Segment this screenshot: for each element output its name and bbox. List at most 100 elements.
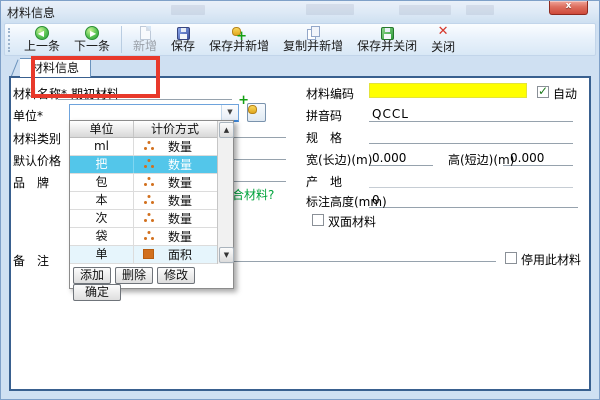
scroll-down-icon[interactable]: ▼ [219,247,234,263]
tab-slant-edge [10,60,18,78]
titlebar-ghost-artifact [466,5,494,15]
method-label: 面积 [168,246,192,263]
unit-cell: 次 [70,210,134,227]
method-label: 数量 [168,138,192,155]
method-label: 数量 [168,192,192,209]
method-cell: 数量 [134,228,217,245]
mark-height-underline [369,207,578,208]
double-sided-label: 双面材料 [328,213,376,230]
unit-option-row[interactable]: 包 数量 [70,174,217,192]
method-cell: 数量 [134,138,217,155]
quantity-dots-icon [143,195,155,206]
copy-new-icon [306,26,320,40]
spec-label: 规 格 [306,129,342,146]
unit-option-row[interactable]: 次数量 [70,210,217,228]
default-price-label: 默认价格 [13,152,61,169]
window-close-button[interactable]: x [549,1,588,15]
prev-icon [35,26,49,40]
quantity-dots-icon [143,159,155,170]
window-title: 材料信息 [7,4,55,21]
height-value[interactable]: 0.000 [510,151,544,165]
method-label: 数量 [168,228,192,245]
column-header-unit: 单位 [70,121,134,137]
unit-cell: 把 [70,156,134,173]
titlebar-ghost-artifact [171,5,205,15]
unit-cell: 袋 [70,228,134,245]
unit-option-row[interactable]: 单 面积 [70,246,217,264]
dropdown-button-1[interactable]: 删除 [115,267,153,284]
toolbar-separator [121,26,122,53]
double-sided-checkbox[interactable] [312,214,324,226]
unit-cell: 本 [70,192,134,209]
origin-underline [369,187,573,188]
toolbar-button-save-new[interactable]: 保存并新增 [202,24,276,56]
unit-dropdown: 单位 计价方式 ml数量把数量包数量本数量次数量袋数量单面积 ▲ ▼ 添加删除修… [69,120,234,289]
combobox-dropdown-arrow-icon[interactable]: ▼ [221,105,238,120]
new-icon [140,26,151,40]
toolbar-buttons: 上一条 下一条 新增 保存保存并新增复制并新增保存并关闭关闭 [17,24,462,56]
toolbar-button-label: 复制并新增 [283,40,343,53]
save-close-icon [381,27,394,40]
toolbar-button-next[interactable]: 下一条 [67,24,117,56]
dropdown-button-2[interactable]: 修改 [157,267,195,284]
width-underline [369,165,433,166]
toolbar-grip[interactable] [8,28,13,52]
unit-dropdown-footer: 添加删除修改确定 [70,264,233,288]
unit-dropdown-header: 单位 计价方式 [70,121,233,138]
disable-material-checkbox[interactable] [505,252,517,264]
toolbar-button-prev[interactable]: 上一条 [17,24,67,56]
pinyin-label: 拼音码 [306,107,342,124]
add-unit-button[interactable] [247,103,266,122]
unit-option-row[interactable]: 本 数量 [70,192,217,210]
toolbar-button-label: 保存 [171,40,195,53]
toolbar-button-label: 新增 [133,40,157,53]
quantity-dots-icon [143,177,155,188]
toolbar-button-label: 下一条 [74,40,110,53]
unit-dropdown-grid: 单位 计价方式 ml数量把数量包数量本数量次数量袋数量单面积 ▲ ▼ [70,121,233,264]
category-label: 材料类别 [13,130,61,147]
spec-underline [369,143,573,144]
quantity-dots-icon [143,141,155,152]
toolbar-button-new: 新增 [126,24,164,56]
unit-cell: ml [70,138,134,155]
unit-option-row[interactable]: 袋 数量 [70,228,217,246]
titlebar-ghost-artifact [306,4,354,15]
dropdown-button-0[interactable]: 添加 [73,267,111,284]
method-cell: 数量 [134,192,217,209]
toolbar-button-label: 上一条 [24,40,60,53]
titlebar-ghost-artifact [399,5,451,15]
unit-option-row[interactable]: ml 数量 [70,138,217,156]
save-icon [177,27,190,40]
unit-option-row[interactable]: 把数量 [70,156,217,174]
unit-cell: 包 [70,174,134,191]
method-cell: 数量 [134,210,217,227]
pinyin-value[interactable]: QCCL [372,107,409,121]
method-cell: 面积 [134,246,217,263]
unit-cell: 单 [70,246,134,263]
dropdown-button-3[interactable]: 确定 [73,284,121,301]
save-new-icon [232,26,246,40]
toolbar-button-close[interactable]: 关闭 [424,24,462,56]
width-value[interactable]: 0.000 [372,151,406,165]
unit-dropdown-rows: ml数量把数量包数量本数量次数量袋数量单面积 [70,138,217,264]
disable-material-label: 停用此材料 [521,251,581,268]
material-code-label: 材料编码 [306,85,354,102]
method-cell: 数量 [134,156,217,173]
toolbar-button-copy-new[interactable]: 复制并新增 [276,24,350,56]
method-label: 数量 [168,174,192,191]
title-bar: 材料信息 x [1,1,599,22]
material-info-window: 材料信息 x 上一条 下一条 新增 保存保存并新增复制并新增保存并关闭关闭 材料信息 … [0,0,600,400]
auto-checkbox[interactable] [537,86,549,98]
pinyin-underline [369,121,573,122]
column-header-method: 计价方式 [134,121,216,137]
toolbar-button-save-close[interactable]: 保存并关闭 [350,24,424,56]
scroll-up-icon[interactable]: ▲ [219,122,234,138]
auto-label: 自动 [553,85,577,102]
dropdown-scrollbar[interactable]: ▲ ▼ [217,121,233,264]
material-code-field[interactable] [369,83,527,98]
toolbar-button-save[interactable]: 保存 [164,24,202,56]
toolbar: 上一条 下一条 新增 保存保存并新增复制并新增保存并关闭关闭 [4,23,596,56]
height-label: 高(短边)(m) [448,151,514,168]
mark-height-value[interactable]: 0 [372,193,380,207]
brand-label: 品 牌 [13,174,49,191]
